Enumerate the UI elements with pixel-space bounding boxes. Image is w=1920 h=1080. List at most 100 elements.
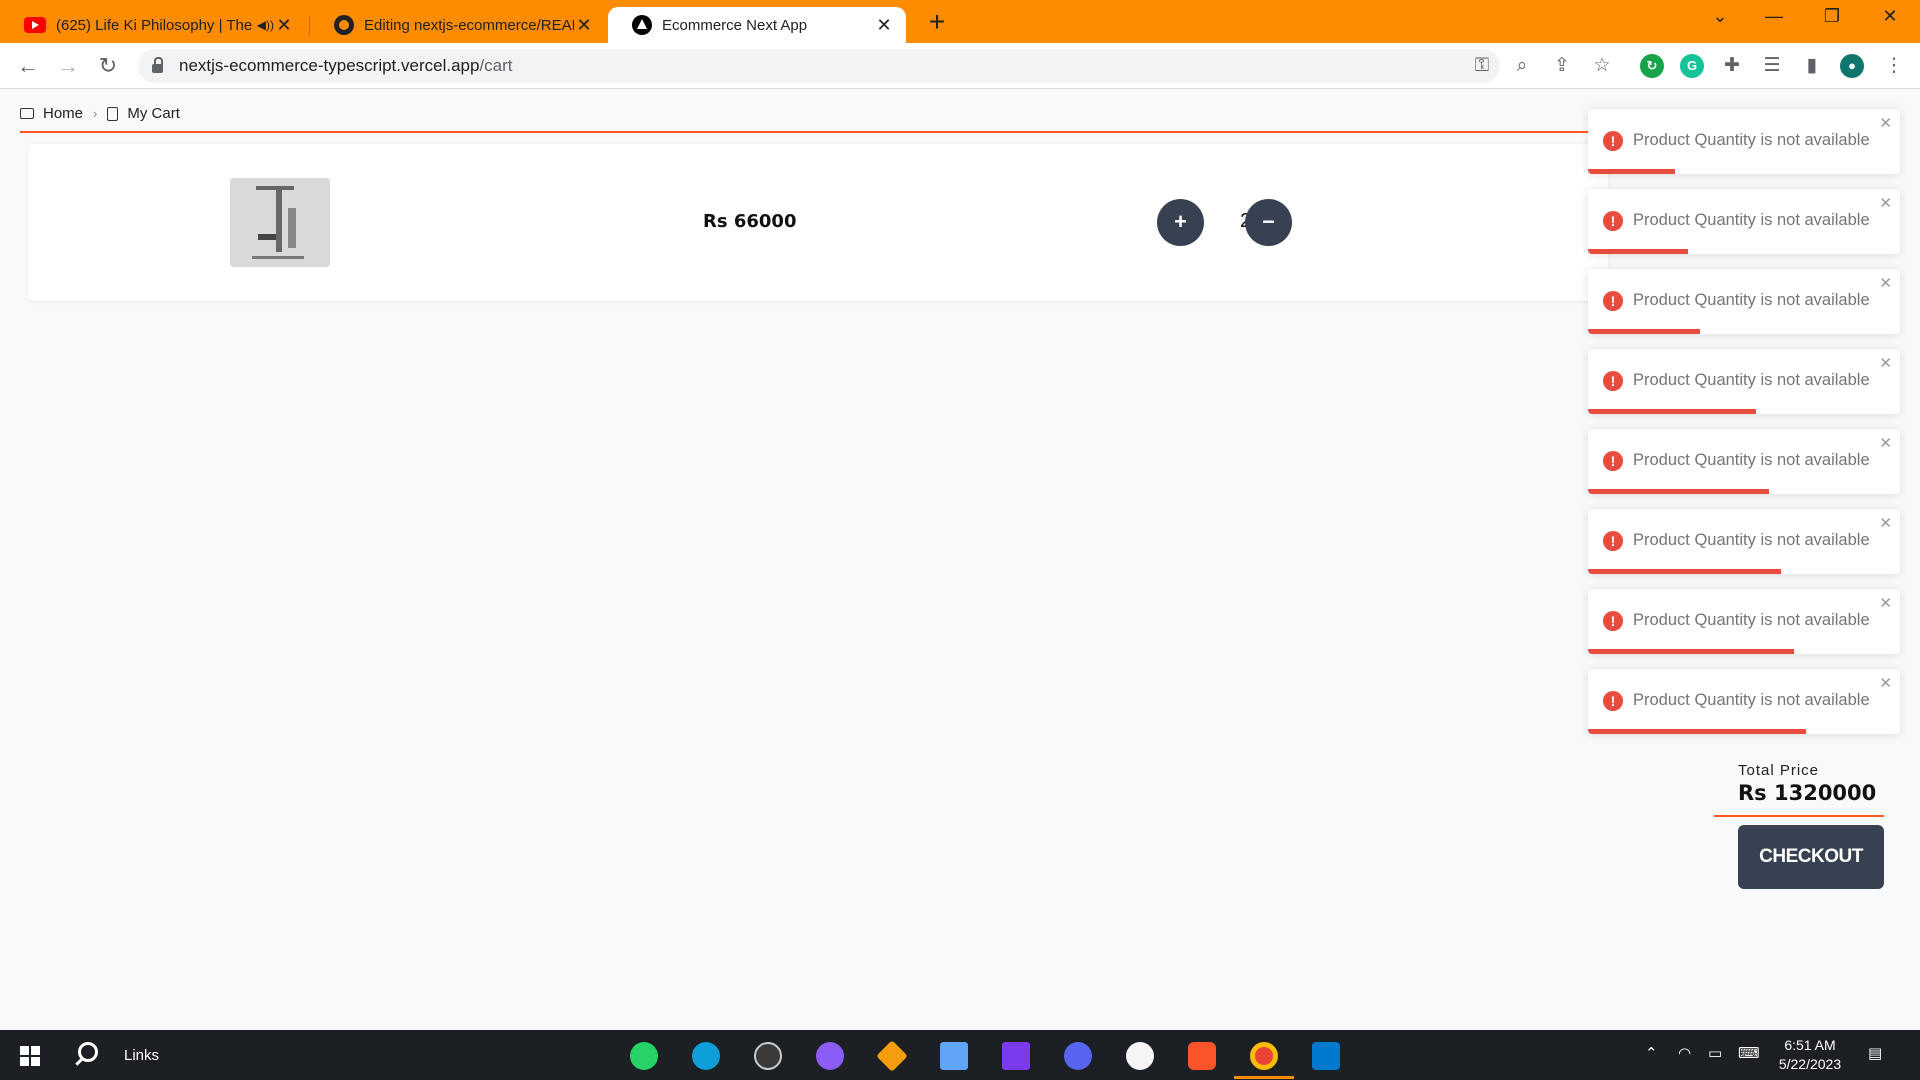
close-icon[interactable]: ✕ bbox=[1879, 274, 1892, 292]
minimize-button[interactable]: — bbox=[1754, 6, 1794, 27]
chevron-up-icon[interactable]: ⌃ bbox=[1645, 1044, 1658, 1062]
speaker-icon[interactable]: ◀)) bbox=[257, 18, 274, 32]
breadcrumb-divider bbox=[20, 131, 1600, 133]
toast-progress-bar bbox=[1588, 409, 1756, 414]
toast-notification: ! Product Quantity is not available ✕ bbox=[1588, 269, 1900, 334]
total-price-value: Rs 1320000 bbox=[1738, 781, 1877, 805]
reload-icon[interactable]: ↻ bbox=[94, 52, 122, 80]
toast-notification: ! Product Quantity is not available ✕ bbox=[1588, 589, 1900, 654]
decrease-quantity-button[interactable]: − bbox=[1245, 199, 1292, 246]
total-price-label: Total Price bbox=[1738, 762, 1820, 779]
discord-icon[interactable] bbox=[1064, 1042, 1092, 1070]
new-tab-button[interactable]: + bbox=[922, 6, 952, 38]
edge-icon[interactable] bbox=[692, 1042, 720, 1070]
folder-icon bbox=[20, 108, 34, 119]
toast-notification: ! Product Quantity is not available ✕ bbox=[1588, 349, 1900, 414]
clock-time: 6:51 AM bbox=[1784, 1037, 1836, 1053]
gitkraken-icon[interactable] bbox=[876, 1040, 908, 1072]
taskbar-clock[interactable]: 6:51 AM 5/22/2023 bbox=[1770, 1036, 1850, 1074]
error-icon: ! bbox=[1603, 211, 1623, 231]
restore-button[interactable]: ❐ bbox=[1812, 6, 1852, 27]
close-icon[interactable]: ✕ bbox=[874, 15, 894, 36]
close-icon[interactable]: ✕ bbox=[1879, 514, 1892, 532]
zoom-icon[interactable]: ⌕ bbox=[1510, 54, 1534, 78]
toast-progress-bar bbox=[1588, 649, 1794, 654]
tab-youtube[interactable]: (625) Life Ki Philosophy | The ◀)) ✕ bbox=[0, 7, 306, 43]
toast-progress-bar bbox=[1588, 489, 1769, 494]
toast-notification: ! Product Quantity is not available ✕ bbox=[1588, 189, 1900, 254]
whatsapp-icon[interactable] bbox=[630, 1042, 658, 1070]
breadcrumb: Home › My Cart bbox=[20, 105, 180, 122]
chevron-right-icon: › bbox=[93, 106, 98, 121]
close-icon[interactable]: ✕ bbox=[1879, 434, 1892, 452]
chevron-down-icon[interactable]: ⌄ bbox=[1700, 6, 1740, 27]
toast-notification: ! Product Quantity is not available ✕ bbox=[1588, 429, 1900, 494]
breadcrumb-current: My Cart bbox=[127, 105, 180, 122]
chrome-icon[interactable] bbox=[1250, 1042, 1278, 1070]
error-icon: ! bbox=[1603, 451, 1623, 471]
tab-github[interactable]: Editing nextjs-ecommerce/README ✕ bbox=[310, 7, 606, 43]
obs-icon[interactable] bbox=[754, 1042, 782, 1070]
close-icon[interactable]: ✕ bbox=[574, 15, 594, 36]
toast-progress-bar bbox=[1588, 249, 1688, 254]
error-icon: ! bbox=[1603, 131, 1623, 151]
breadcrumb-home[interactable]: Home bbox=[43, 105, 83, 122]
keyboard-icon[interactable]: ⌨ bbox=[1738, 1044, 1760, 1062]
browser-toolbar: ← → ↻ nextjs-ecommerce-typescript.vercel… bbox=[0, 43, 1920, 89]
toast-progress-bar bbox=[1588, 169, 1675, 174]
close-icon[interactable]: ✕ bbox=[1879, 594, 1892, 612]
error-icon: ! bbox=[1603, 691, 1623, 711]
grammarly-icon[interactable]: G bbox=[1680, 54, 1704, 78]
toast-notification: ! Product Quantity is not available ✕ bbox=[1588, 109, 1900, 174]
extension-sync-icon[interactable]: ↻ bbox=[1640, 54, 1664, 78]
windows-taskbar: Links ⌃ ◠ ▭ ⌨ 6:51 AM 5/22/2023 ▤ bbox=[0, 1030, 1920, 1080]
error-icon: ! bbox=[1603, 371, 1623, 391]
battery-icon[interactable]: ▭ bbox=[1708, 1044, 1722, 1062]
file-icon bbox=[107, 106, 119, 121]
vscode-icon[interactable] bbox=[1312, 1042, 1340, 1070]
toast-message: Product Quantity is not available bbox=[1633, 211, 1870, 229]
increase-quantity-button[interactable]: + bbox=[1157, 199, 1204, 246]
nextjs-icon bbox=[632, 15, 652, 35]
youtube-icon bbox=[24, 17, 46, 33]
search-icon[interactable] bbox=[78, 1042, 98, 1062]
share-icon[interactable]: ⇪ bbox=[1550, 54, 1574, 78]
close-window-button[interactable]: ✕ bbox=[1870, 6, 1910, 27]
product-image bbox=[230, 178, 330, 267]
kebab-menu-icon[interactable]: ⋮ bbox=[1882, 54, 1906, 78]
error-icon: ! bbox=[1603, 611, 1623, 631]
close-icon[interactable]: ✕ bbox=[1879, 674, 1892, 692]
puzzle-icon[interactable]: ✚ bbox=[1720, 54, 1744, 78]
side-panel-icon[interactable]: ▮ bbox=[1800, 54, 1824, 78]
star-icon[interactable]: ☆ bbox=[1590, 54, 1614, 78]
tab-title: Ecommerce Next App bbox=[662, 16, 808, 34]
close-icon[interactable]: ✕ bbox=[1879, 194, 1892, 212]
key-icon[interactable]: ⚿ bbox=[1470, 54, 1494, 78]
toast-message: Product Quantity is not available bbox=[1633, 291, 1870, 309]
media-queue-icon[interactable]: ☰ bbox=[1760, 54, 1784, 78]
clock-date: 5/22/2023 bbox=[1778, 1056, 1842, 1072]
proton-vpn-icon[interactable] bbox=[1002, 1042, 1030, 1070]
toast-message: Product Quantity is not available bbox=[1633, 131, 1870, 149]
laptop-app-icon[interactable] bbox=[940, 1042, 968, 1070]
notification-icon[interactable]: ▤ bbox=[1868, 1044, 1882, 1062]
brave-icon[interactable] bbox=[1188, 1042, 1216, 1070]
lock-icon bbox=[152, 57, 163, 73]
forward-icon[interactable]: → bbox=[54, 52, 82, 80]
address-bar[interactable]: nextjs-ecommerce-typescript.vercel.app/c… bbox=[138, 49, 1500, 83]
github-desktop-icon[interactable] bbox=[816, 1042, 844, 1070]
close-icon[interactable]: ✕ bbox=[1879, 114, 1892, 132]
toast-notification: ! Product Quantity is not available ✕ bbox=[1588, 509, 1900, 574]
wifi-icon[interactable]: ◠ bbox=[1678, 1044, 1691, 1062]
back-icon[interactable]: ← bbox=[14, 52, 42, 80]
error-icon: ! bbox=[1603, 531, 1623, 551]
windows-start-icon[interactable] bbox=[20, 1046, 40, 1066]
tab-ecommerce[interactable]: Ecommerce Next App ✕ bbox=[608, 7, 906, 43]
close-icon[interactable]: ✕ bbox=[1879, 354, 1892, 372]
mongodb-compass-icon[interactable] bbox=[1126, 1042, 1154, 1070]
taskbar-search-label[interactable]: Links bbox=[124, 1047, 159, 1064]
checkout-button[interactable]: CHECKOUT bbox=[1738, 825, 1884, 889]
close-icon[interactable]: ✕ bbox=[274, 15, 294, 36]
profile-avatar[interactable]: ● bbox=[1840, 54, 1864, 78]
github-icon bbox=[334, 15, 354, 35]
